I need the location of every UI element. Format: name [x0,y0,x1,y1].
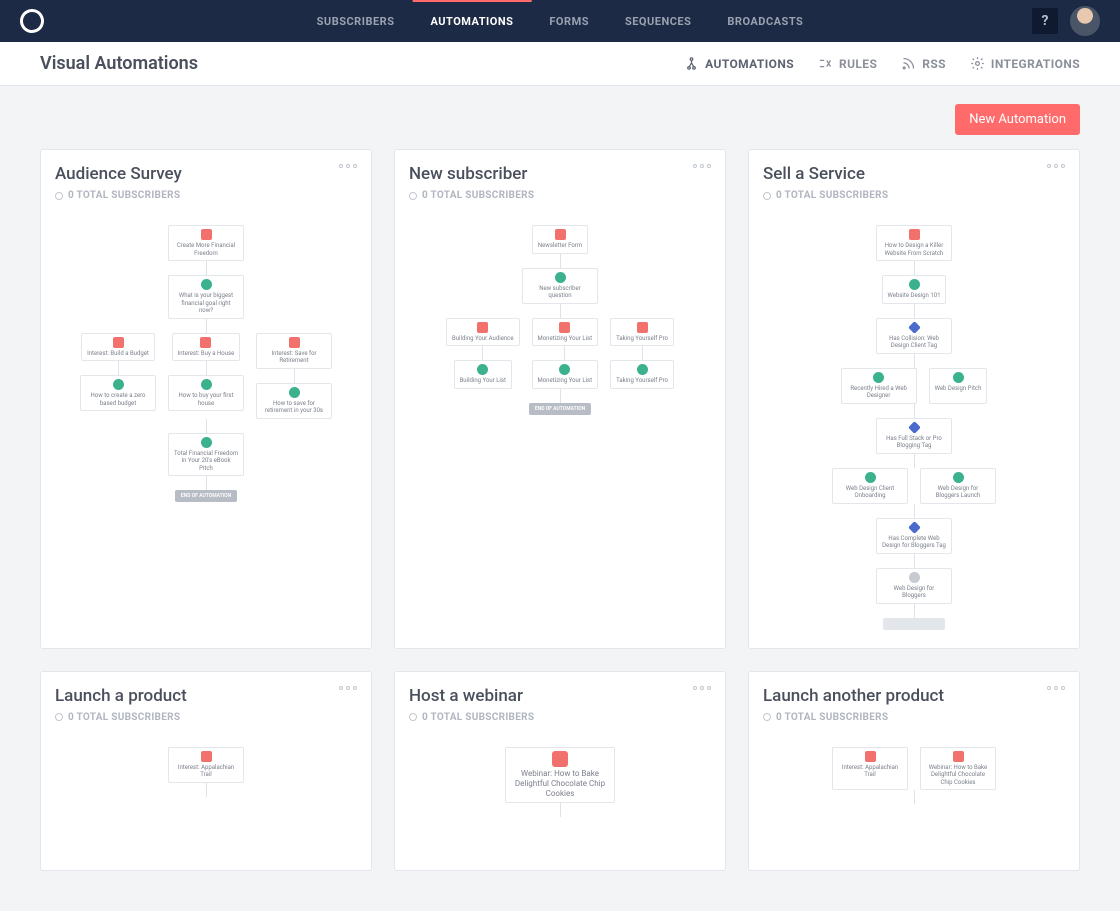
card-subscribers: 0 TOTAL SUBSCRIBERS [55,190,357,201]
subnav-rules[interactable]: RULES [818,56,877,71]
nav-forms[interactable]: FORMS [531,0,607,42]
help-button[interactable]: ? [1032,8,1058,34]
automations-icon [684,56,699,71]
top-nav: SUBSCRIBERS AUTOMATIONS FORMS SEQUENCES … [0,0,1120,42]
card-preview: Newsletter Form New subscriber question … [409,201,711,630]
automation-card[interactable]: Host a webinar 0 TOTAL SUBSCRIBERS Webin… [394,671,726,871]
avatar[interactable] [1070,6,1100,36]
card-title: Launch another product [763,686,944,706]
subnav-label: RULES [839,57,877,71]
card-subscribers: 0 TOTAL SUBSCRIBERS [409,190,711,201]
nav-automations[interactable]: AUTOMATIONS [412,0,531,42]
nav-subscribers[interactable]: SUBSCRIBERS [299,0,413,42]
logo-icon [16,5,49,38]
card-title: Audience Survey [55,164,182,184]
automation-card[interactable]: Audience Survey 0 TOTAL SUBSCRIBERS Crea… [40,149,372,649]
card-title: Sell a Service [763,164,865,184]
card-menu-icon[interactable] [339,686,357,690]
nav-broadcasts[interactable]: BROADCASTS [709,0,821,42]
card-menu-icon[interactable] [693,164,711,168]
card-menu-icon[interactable] [693,686,711,690]
card-preview: Webinar: How to Bake Delightful Chocolat… [409,723,711,852]
automation-card[interactable]: New subscriber 0 TOTAL SUBSCRIBERS Newsl… [394,149,726,649]
card-title: Launch a product [55,686,187,706]
subnav-rss[interactable]: RSS [901,56,946,71]
new-automation-button[interactable]: New Automation [955,104,1080,135]
integrations-icon [970,56,985,71]
nav-right: ? [1032,6,1100,36]
card-subscribers: 0 TOTAL SUBSCRIBERS [55,712,357,723]
subnav-label: RSS [922,57,946,71]
automations-grid: Audience Survey 0 TOTAL SUBSCRIBERS Crea… [0,135,1120,911]
automation-card[interactable]: Launch a product 0 TOTAL SUBSCRIBERS Int… [40,671,372,871]
subnav: AUTOMATIONS RULES RSS INTEGRATIONS [684,56,1080,71]
card-subscribers: 0 TOTAL SUBSCRIBERS [763,712,1065,723]
card-menu-icon[interactable] [1047,686,1065,690]
card-subscribers: 0 TOTAL SUBSCRIBERS [763,190,1065,201]
card-preview: Create More Financial Freedom What is yo… [55,201,357,630]
card-preview: Interest: Appalachian Trail Webinar: How… [763,723,1065,852]
page-title: Visual Automations [40,53,198,74]
nav-sequences[interactable]: SEQUENCES [607,0,709,42]
automation-card[interactable]: Launch another product 0 TOTAL SUBSCRIBE… [748,671,1080,871]
card-preview: How to Design a Killer Website From Scra… [763,201,1065,630]
card-title: New subscriber [409,164,527,184]
subnav-label: INTEGRATIONS [991,57,1080,71]
subheader: Visual Automations AUTOMATIONS RULES RSS… [0,42,1120,86]
action-bar: New Automation [0,86,1120,135]
nav-center: SUBSCRIBERS AUTOMATIONS FORMS SEQUENCES … [299,0,822,42]
card-menu-icon[interactable] [339,164,357,168]
subnav-integrations[interactable]: INTEGRATIONS [970,56,1080,71]
card-preview: Interest: Appalachian Trail [55,723,357,852]
subnav-label: AUTOMATIONS [705,57,794,71]
rules-icon [818,56,833,71]
rss-icon [901,56,916,71]
card-menu-icon[interactable] [1047,164,1065,168]
card-subscribers: 0 TOTAL SUBSCRIBERS [409,712,711,723]
card-title: Host a webinar [409,686,523,706]
automation-card[interactable]: Sell a Service 0 TOTAL SUBSCRIBERS How t… [748,149,1080,649]
subnav-automations[interactable]: AUTOMATIONS [684,56,794,71]
